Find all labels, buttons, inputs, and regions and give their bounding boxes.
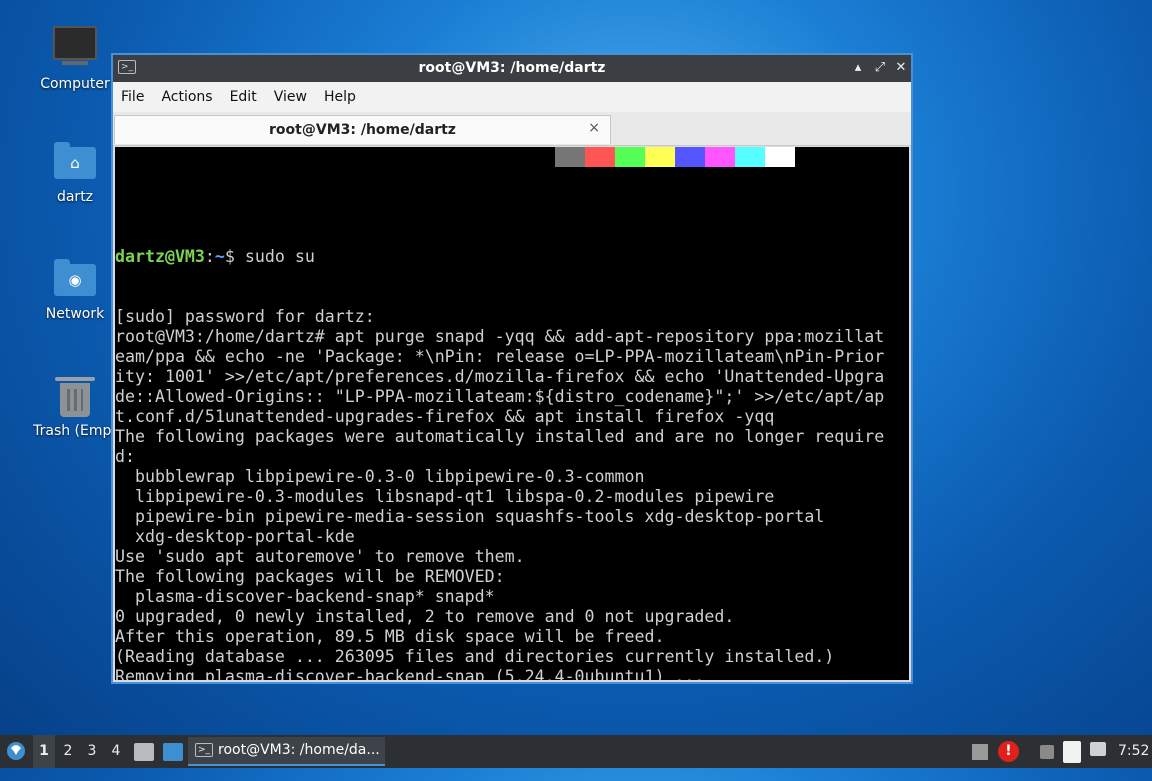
terminal-output[interactable]: dartz@VM3:~$ sudo su [sudo] password for… [115,147,909,680]
prompt-separator: : [204,247,215,266]
terminal-line: The following packages will be REMOVED: [115,567,505,586]
terminal-line: plasma-discover-backend-snap* snapd* [115,587,495,606]
color-palette [555,147,795,167]
desktop-icon-computer[interactable]: Computer [27,22,123,92]
menu-actions[interactable]: Actions [161,89,212,105]
desktop-icon-label: Computer [40,76,110,92]
palette-swatch [705,147,735,167]
menu-view[interactable]: View [274,89,307,105]
notification-tray-icon[interactable] [1090,742,1106,756]
clipboard-tray-icon[interactable] [972,744,988,760]
workspace-2[interactable]: 2 [57,735,79,768]
terminal-line: bubblewrap libpipewire-0.3-0 libpipewire… [115,467,645,486]
terminal-line: [sudo] password for dartz: [115,307,375,326]
taskbar: 1 2 3 4 >_ root@VM3: /home/da... ! 7:52 [0,735,1152,768]
palette-swatch [645,147,675,167]
terminal-line: The following packages were automaticall… [115,427,885,446]
terminal-line: de::Allowed-Origins:: "LP-PPA-mozillatea… [115,387,885,406]
menubar: File Actions Edit View Help [113,82,911,112]
workspace-3[interactable]: 3 [81,735,103,768]
maximize-button[interactable]: ⤢ [871,59,889,77]
tab-title: root@VM3: /home/dartz [269,122,456,138]
terminal-line: xdg-desktop-portal-kde [115,527,355,546]
menu-edit[interactable]: Edit [230,89,257,105]
home-folder-icon: ⌂ [53,139,97,183]
desktop-icon-label: Network [45,306,105,322]
prompt-user: dartz@VM3 [115,247,205,266]
palette-swatch [555,147,585,167]
terminal-line: (Reading database ... 263095 files and d… [115,647,835,666]
terminal-line: Removing plasma-discover-backend-snap (5… [115,667,705,680]
prompt-command: $ sudo su [224,247,315,266]
terminal-window[interactable]: >_ root@VM3: /home/dartz ▴ ⤢ ✕ File Acti… [111,53,913,684]
terminal-line: t.conf.d/51unattended-upgrades-firefox &… [115,407,775,426]
terminal-lines: dartz@VM3:~$ sudo su [sudo] password for… [115,207,884,680]
prompt-line: dartz@VM3:~$ sudo su [115,247,884,267]
palette-swatch [675,147,705,167]
update-alert-icon[interactable]: ! [998,741,1019,762]
network-tray-icon[interactable] [1040,745,1054,759]
terminal-line: libpipewire-0.3-modules libsnapd-qt1 lib… [115,487,775,506]
minimize-button[interactable]: ▴ [849,59,867,77]
task-label: root@VM3: /home/da... [218,742,380,758]
terminal-line: root@VM3:/home/dartz# apt purge snapd -y… [115,327,885,346]
network-folder-icon: ◉ [53,256,97,300]
menu-help[interactable]: Help [324,89,356,105]
file-manager-launcher-icon[interactable] [134,743,154,761]
menu-file[interactable]: File [121,89,144,105]
terminal-line: ity: 1001' >>/etc/apt/preferences.d/mozi… [115,367,885,386]
desktop-icon-network[interactable]: ◉ Network [27,256,123,322]
palette-swatch [765,147,795,167]
start-menu-button[interactable] [4,735,30,768]
terminal-icon: >_ [195,743,213,757]
palette-swatch [735,147,765,167]
start-menu-icon [7,742,25,760]
terminal-line: pipewire-bin pipewire-media-session squa… [115,507,825,526]
terminal-line: 0 upgraded, 0 newly installed, 2 to remo… [115,607,735,626]
show-desktop-icon[interactable] [163,743,183,761]
close-button[interactable]: ✕ [892,59,910,77]
terminal-line: d: [115,447,135,466]
desktop-icon-label: Trash (Empt [33,423,117,439]
window-titlebar[interactable]: >_ root@VM3: /home/dartz ▴ ⤢ ✕ [113,55,911,82]
prompt-path: ~ [214,247,225,266]
terminal-line: After this operation, 89.5 MB disk space… [115,627,665,646]
desktop-icon-home[interactable]: ⌂ dartz [27,139,123,205]
taskbar-task-terminal[interactable]: >_ root@VM3: /home/da... [188,737,385,766]
terminal-line: eam/ppa && echo -ne 'Package: *\nPin: re… [115,347,885,366]
workspace-1[interactable]: 1 [33,735,55,768]
computer-icon [53,26,97,70]
desktop-icon-label: dartz [56,189,94,205]
palette-swatch [615,147,645,167]
workspace-4[interactable]: 4 [105,735,127,768]
window-title: root@VM3: /home/dartz [418,60,606,76]
notes-tray-icon[interactable] [1063,741,1081,763]
tab-terminal[interactable]: root@VM3: /home/dartz × [114,115,611,144]
clock[interactable]: 7:52 [1118,735,1149,768]
terminal-line: Use 'sudo apt autoremove' to remove them… [115,547,525,566]
tab-close-icon[interactable]: × [588,120,600,136]
trash-icon [53,373,97,417]
palette-swatch [585,147,615,167]
desktop-icon-trash[interactable]: Trash (Empt [27,373,123,439]
tab-bar: root@VM3: /home/dartz × [113,112,911,146]
